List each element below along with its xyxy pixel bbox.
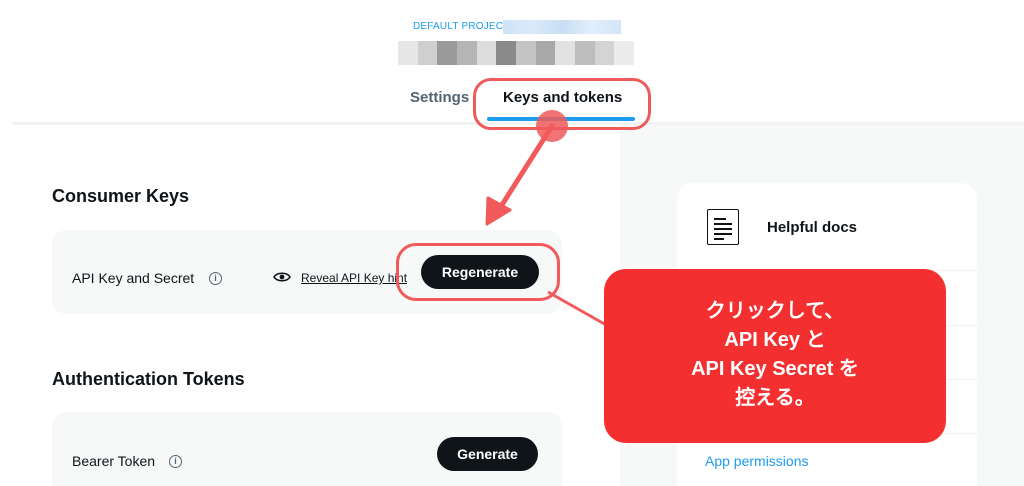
annotation-callout-text: クリックして、 API Key と API Key Secret を 控える。 (604, 297, 946, 413)
annotation-line: クリックして、 (705, 300, 845, 322)
document-icon (707, 209, 739, 245)
tab-keys-and-tokens[interactable]: Keys and tokens (503, 89, 622, 106)
regenerate-button[interactable]: Regenerate (421, 255, 539, 289)
eye-icon[interactable] (273, 271, 291, 283)
annotation-line: API Key Secret を (691, 358, 859, 380)
page-header: DEFAULT PROJECT- Settings Keys and token… (0, 0, 1024, 122)
helpful-docs-title: Helpful docs (767, 219, 858, 236)
annotation-line: API Key と (724, 329, 826, 351)
project-id-redacted (503, 20, 621, 34)
generate-button[interactable]: Generate (437, 437, 538, 471)
project-label: DEFAULT PROJECT- (413, 21, 513, 32)
api-key-label: API Key and Secret (72, 270, 195, 286)
app-name-redacted (398, 41, 635, 65)
info-icon[interactable]: i (209, 272, 222, 285)
app-permissions-link[interactable]: App permissions (705, 453, 809, 469)
bearer-token-label: Bearer Token (72, 453, 156, 469)
authentication-tokens-title: Authentication Tokens (52, 369, 245, 389)
reveal-api-key-hint-link[interactable]: Reveal API Key hint (301, 271, 407, 285)
tab-settings[interactable]: Settings (410, 89, 469, 106)
consumer-keys-title: Consumer Keys (52, 186, 190, 206)
annotation-line: 控える。 (735, 387, 815, 409)
active-tab-indicator (487, 117, 635, 121)
info-icon[interactable]: i (169, 455, 182, 468)
